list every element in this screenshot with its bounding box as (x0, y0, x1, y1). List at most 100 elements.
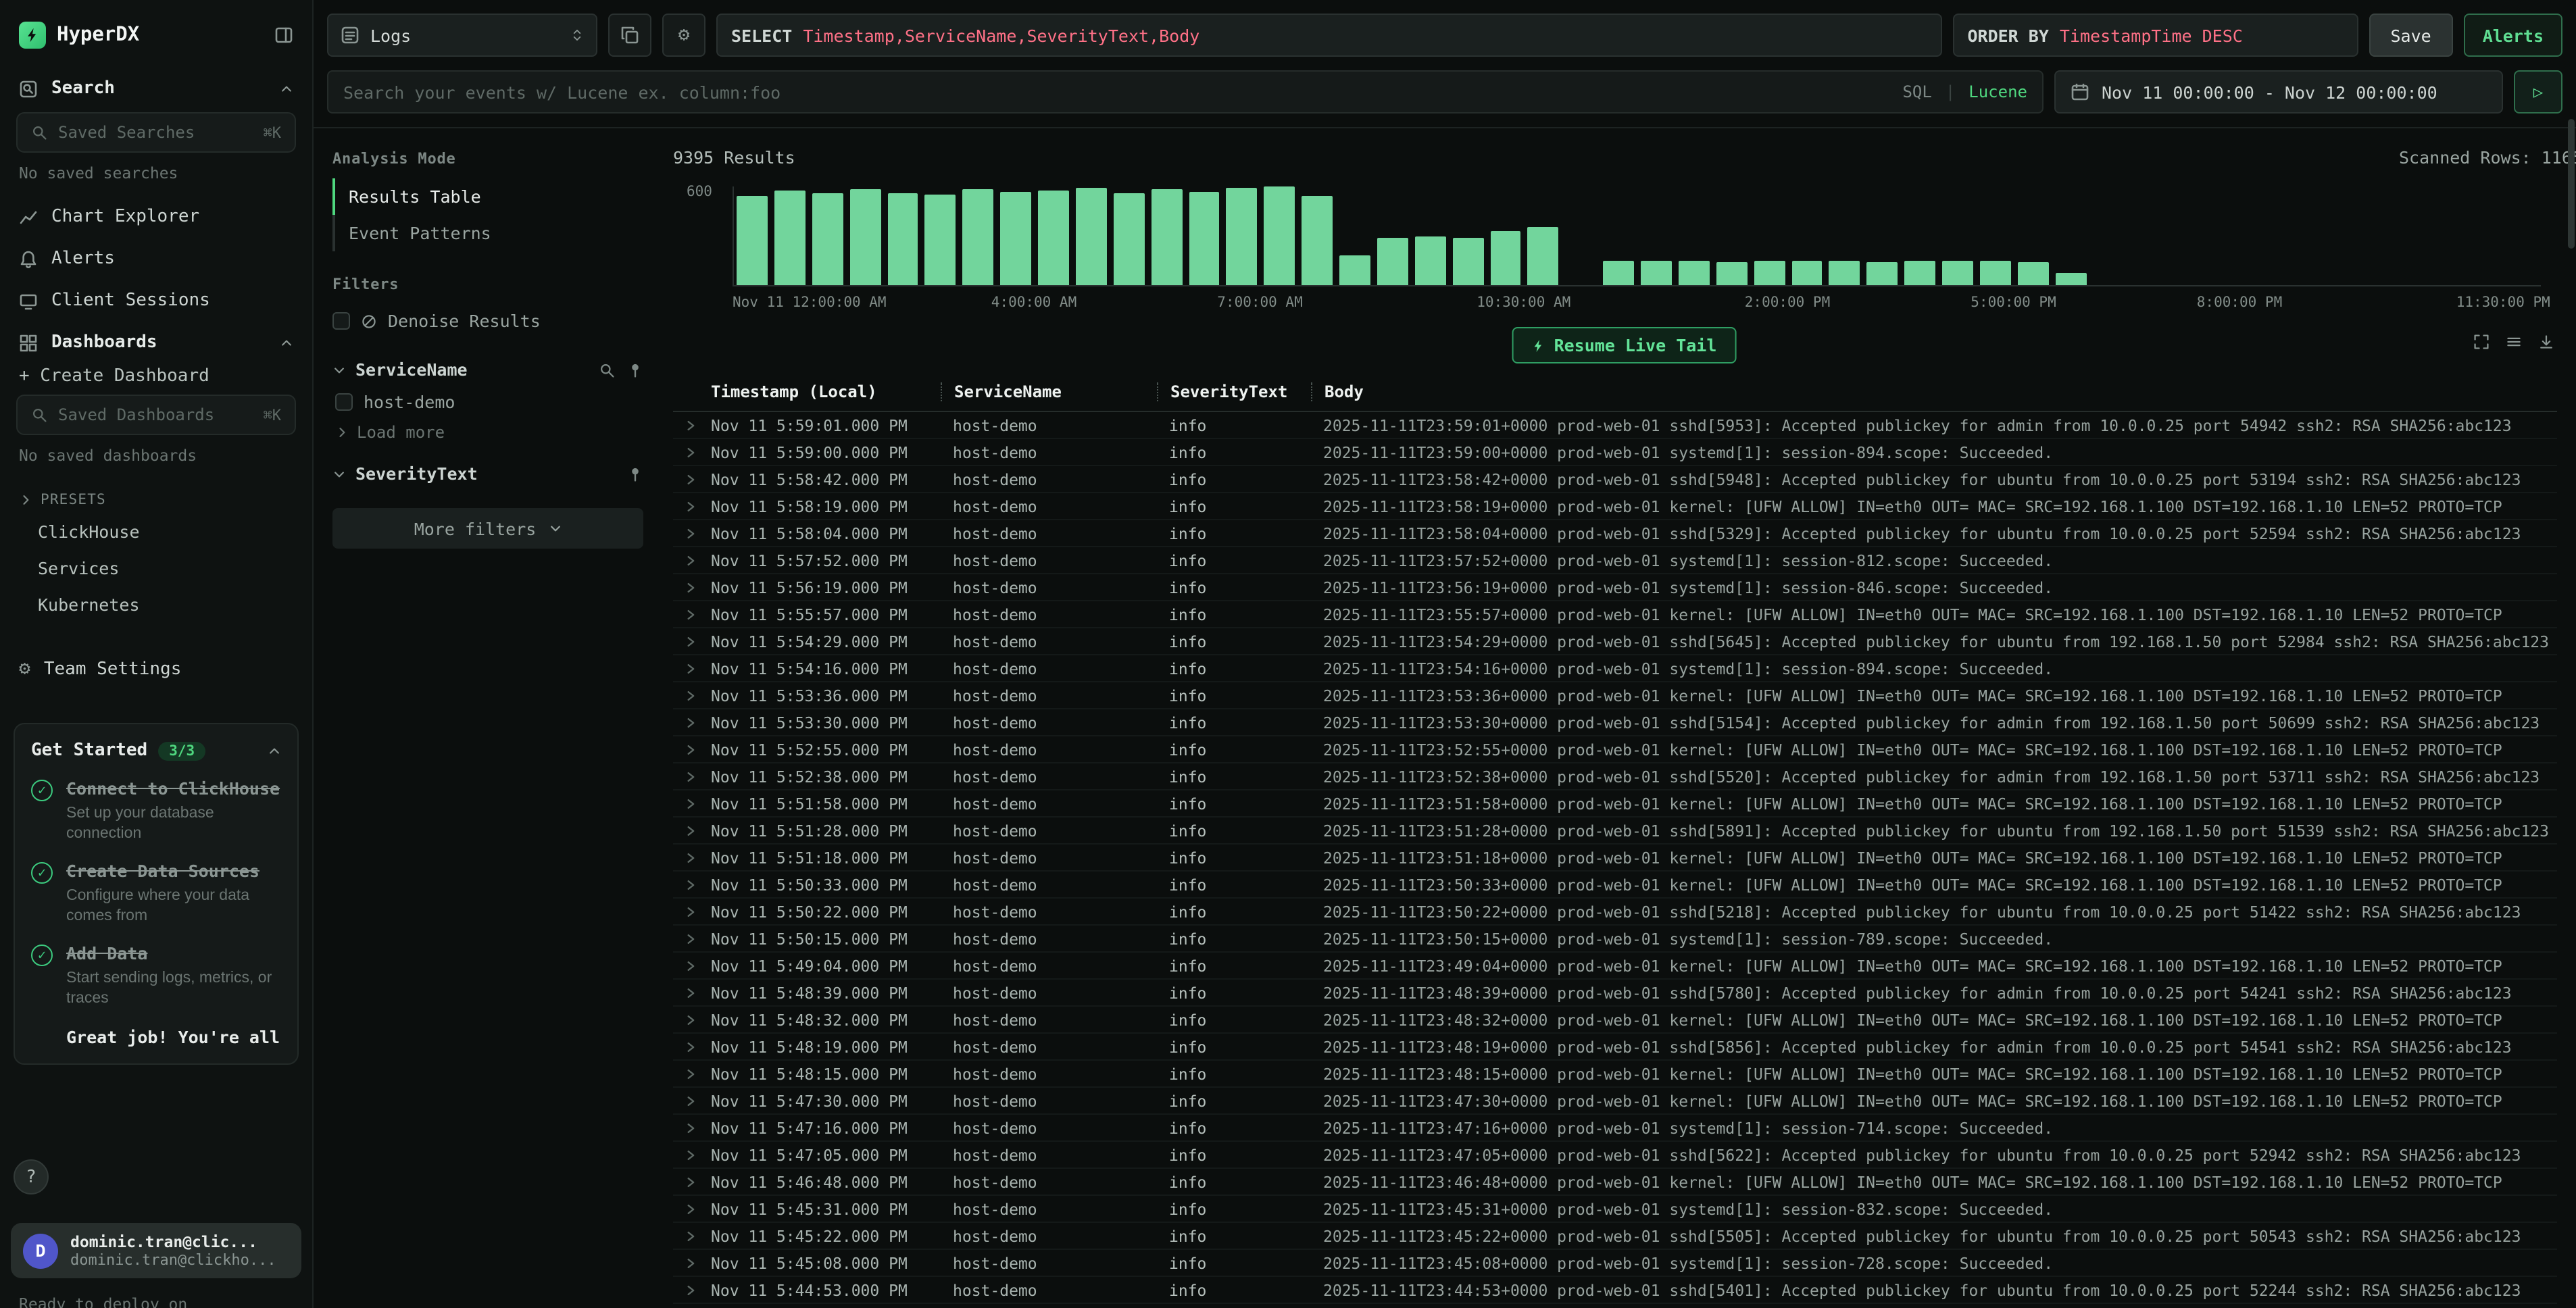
get-started-step[interactable]: ✓ Create Data Sources Configure where yo… (31, 861, 281, 926)
histogram-bar[interactable] (1754, 186, 1785, 285)
histogram-bar[interactable] (812, 186, 843, 285)
histogram-bar[interactable] (1038, 186, 1069, 285)
table-row[interactable]: Nov 11 5:47:30.000 PMhost-demoinfo2025-1… (673, 1088, 2557, 1115)
expand-table-icon[interactable] (2473, 334, 2490, 350)
histogram-bar[interactable] (1264, 186, 1295, 285)
histogram-bar[interactable] (1189, 186, 1220, 285)
checkbox[interactable] (335, 393, 353, 411)
row-expand-icon[interactable] (673, 824, 711, 837)
table-row[interactable]: Nov 11 5:51:28.000 PMhost-demoinfo2025-1… (673, 818, 2557, 845)
search-input[interactable] (343, 82, 1889, 102)
row-expand-icon[interactable] (673, 932, 711, 945)
scrollbar[interactable] (2568, 119, 2575, 249)
histogram-bar[interactable] (2356, 186, 2387, 285)
table-row[interactable]: Nov 11 5:47:05.000 PMhost-demoinfo2025-1… (673, 1142, 2557, 1169)
histogram-bar[interactable] (1566, 186, 1597, 285)
histogram-bar[interactable] (2018, 186, 2049, 285)
run-query-button[interactable]: ▷ (2514, 70, 2562, 114)
sidebar-item-client-sessions[interactable]: Client Sessions (0, 280, 312, 322)
checkbox[interactable] (332, 312, 350, 330)
table-row[interactable]: Nov 11 5:57:52.000 PMhost-demoinfo2025-1… (673, 547, 2557, 574)
histogram-bar[interactable] (1603, 186, 1634, 285)
table-row[interactable]: Nov 11 5:53:36.000 PMhost-demoinfo2025-1… (673, 682, 2557, 709)
sidebar-item-chart-explorer[interactable]: Chart Explorer (0, 196, 312, 238)
histogram-bar[interactable] (2319, 186, 2350, 285)
table-row[interactable]: Nov 11 5:56:19.000 PMhost-demoinfo2025-1… (673, 574, 2557, 601)
table-row[interactable]: Nov 11 5:48:19.000 PMhost-demoinfo2025-1… (673, 1034, 2557, 1061)
table-row[interactable]: Nov 11 5:51:58.000 PMhost-demoinfo2025-1… (673, 790, 2557, 818)
table-row[interactable]: Nov 11 5:50:33.000 PMhost-demoinfo2025-1… (673, 872, 2557, 899)
row-expand-icon[interactable] (673, 499, 711, 513)
chevron-down-icon[interactable] (332, 467, 346, 480)
histogram-bar[interactable] (2394, 186, 2425, 285)
histogram-bar[interactable] (1302, 186, 1333, 285)
table-row[interactable]: Nov 11 5:48:39.000 PMhost-demoinfo2025-1… (673, 980, 2557, 1007)
pin-icon[interactable] (627, 361, 643, 378)
histogram-bar[interactable] (1415, 186, 1446, 285)
table-row[interactable]: Nov 11 5:49:04.000 PMhost-demoinfo2025-1… (673, 953, 2557, 980)
sidebar-item-services[interactable]: Services (0, 550, 312, 586)
histogram-bar[interactable] (1114, 186, 1145, 285)
row-expand-icon[interactable] (673, 580, 711, 594)
load-more-button[interactable]: Load more (335, 419, 643, 442)
histogram-bar[interactable] (1641, 186, 1672, 285)
histogram-bar[interactable] (1528, 186, 1559, 285)
column-header-severitytext[interactable]: SeverityText (1157, 382, 1311, 401)
table-row[interactable]: Nov 11 5:55:57.000 PMhost-demoinfo2025-1… (673, 601, 2557, 628)
row-expand-icon[interactable] (673, 553, 711, 567)
histogram-bar[interactable] (925, 186, 956, 285)
presets-toggle[interactable]: PRESETS (0, 478, 312, 513)
table-row[interactable]: Nov 11 5:58:42.000 PMhost-demoinfo2025-1… (673, 466, 2557, 493)
table-row[interactable]: Nov 11 5:52:38.000 PMhost-demoinfo2025-1… (673, 763, 2557, 790)
row-expand-icon[interactable] (673, 1121, 711, 1134)
get-started-step[interactable]: ✓ Connect to ClickHouse Set up your data… (31, 778, 281, 843)
row-expand-icon[interactable] (673, 661, 711, 675)
create-dashboard-button[interactable]: + Create Dashboard (0, 363, 312, 392)
filter-group-severitytext[interactable]: SeverityText (332, 463, 643, 484)
row-expand-icon[interactable] (673, 472, 711, 486)
mode-event-patterns[interactable]: Event Patterns (332, 215, 643, 251)
row-expand-icon[interactable] (673, 743, 711, 756)
resume-live-tail-button[interactable]: Resume Live Tail (1512, 327, 1737, 363)
table-row[interactable]: Nov 11 5:58:19.000 PMhost-demoinfo2025-1… (673, 493, 2557, 520)
histogram-bar[interactable] (1942, 186, 1973, 285)
row-expand-icon[interactable] (673, 607, 711, 621)
sidebar-item-kubernetes[interactable]: Kubernetes (0, 586, 312, 623)
get-started-step[interactable]: ✓ Add Data Start sending logs, metrics, … (31, 943, 281, 1008)
histogram-bar[interactable] (887, 186, 918, 285)
user-menu[interactable]: D dominic.tran@clic... dominic.tran@clic… (11, 1223, 301, 1278)
more-filters-button[interactable]: More filters (332, 508, 643, 549)
download-icon[interactable] (2538, 334, 2554, 350)
table-row[interactable]: Nov 11 5:50:15.000 PMhost-demoinfo2025-1… (673, 926, 2557, 953)
histogram-bar[interactable] (1339, 186, 1370, 285)
histogram-bar[interactable] (774, 186, 806, 285)
row-expand-icon[interactable] (673, 959, 711, 972)
filter-value-host-demo[interactable]: host-demo (335, 385, 643, 419)
table-row[interactable]: Nov 11 5:53:30.000 PMhost-demoinfo2025-1… (673, 709, 2557, 736)
row-expand-icon[interactable] (673, 1067, 711, 1080)
histogram-bar[interactable] (1000, 186, 1031, 285)
chevron-up-icon[interactable] (280, 82, 293, 95)
sidebar-collapse-icon[interactable] (274, 26, 293, 45)
histogram-bar[interactable] (1904, 186, 1935, 285)
mode-results-table[interactable]: Results Table (332, 178, 643, 215)
row-expand-icon[interactable] (673, 1148, 711, 1161)
column-header-servicename[interactable]: ServiceName (941, 382, 1157, 401)
table-row[interactable]: Nov 11 5:59:00.000 PMhost-demoinfo2025-1… (673, 439, 2557, 466)
table-row[interactable]: Nov 11 5:48:15.000 PMhost-demoinfo2025-1… (673, 1061, 2557, 1088)
event-search-box[interactable]: SQL | Lucene (327, 70, 2044, 114)
table-row[interactable]: Nov 11 5:44:53.000 PMhost-demoinfo2025-1… (673, 1277, 2557, 1304)
row-expand-icon[interactable] (673, 418, 711, 432)
table-row[interactable]: Nov 11 5:44:37.000 PMhost-demoinfo2025-1… (673, 1304, 2557, 1308)
histogram-bar[interactable] (2206, 186, 2237, 285)
row-expand-icon[interactable] (673, 770, 711, 783)
histogram-bar[interactable] (1377, 186, 1408, 285)
row-expand-icon[interactable] (673, 1175, 711, 1188)
row-expand-icon[interactable] (673, 905, 711, 918)
histogram-bar[interactable] (2244, 186, 2275, 285)
histogram-bar[interactable] (1679, 186, 1710, 285)
duplicate-source-button[interactable] (608, 14, 651, 57)
histogram-bar[interactable] (1151, 186, 1182, 285)
row-expand-icon[interactable] (673, 1040, 711, 1053)
histogram-bar[interactable] (2169, 186, 2200, 285)
